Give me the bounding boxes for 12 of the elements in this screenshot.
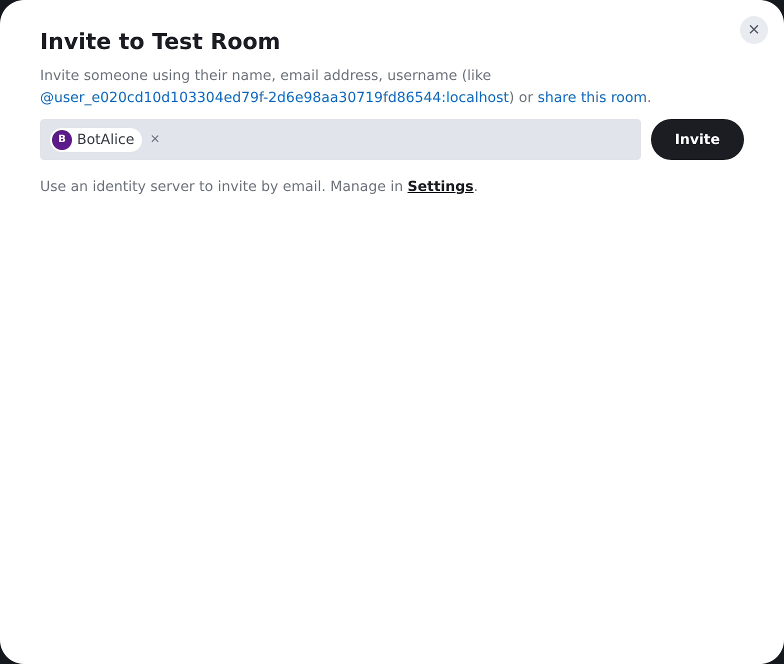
link[interactable]: share this room [538, 90, 648, 106]
invite-field[interactable]: B BotAlice × [40, 119, 641, 160]
invitee-name: BotAlice [77, 132, 134, 148]
link[interactable]: @user_e020cd10d103304ed79f-2d6e98aa30719fd86544:localhost [40, 90, 509, 106]
description-text: Invite someone using their name, email address, username (like @user_e020cd10d103304ed79f-2d6e98aa30719fd86544:localhost) or share this room. [40, 67, 652, 108]
identity-server-note: Use an identity server to invite by email. Manage in Settings. [40, 178, 480, 197]
close-button[interactable]: × [740, 16, 768, 44]
invite-button[interactable]: Invite [650, 119, 744, 160]
dialog-title: Invite to Test Room [40, 30, 282, 55]
remove-button[interactable]: × [148, 130, 162, 148]
settings-link[interactable]: Settings [408, 179, 474, 195]
avatar: B [52, 130, 72, 150]
